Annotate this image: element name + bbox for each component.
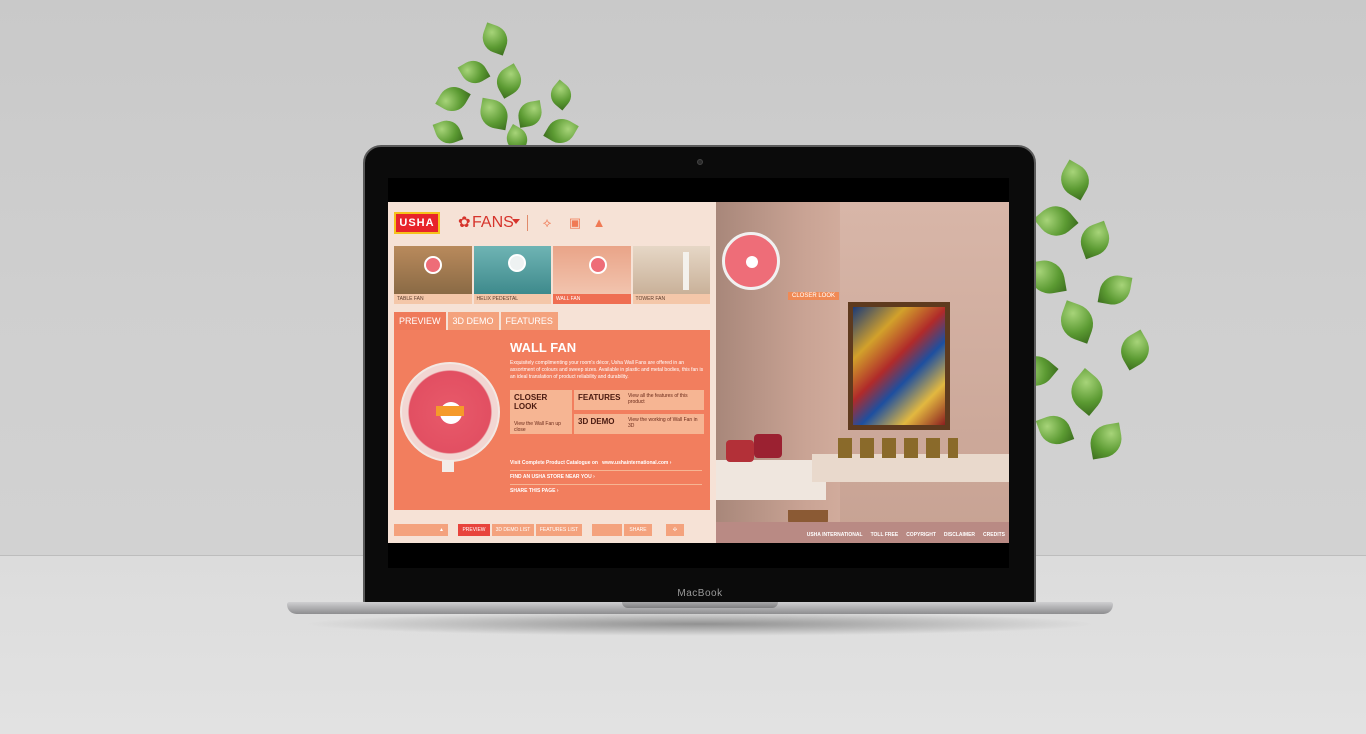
ceiling-fan-icon[interactable]: ⟡ [536,215,558,231]
product-title: WALL FAN [510,340,577,355]
product-thumbnails: TABLE FAN HELIX PEDESTAL WALL FAN TOWER … [394,246,710,304]
box-heading: FEATURES [578,393,621,402]
divider [510,470,702,471]
exhaust-fan-icon[interactable]: ▲ [588,215,610,231]
cushion [754,434,782,458]
footer-link[interactable]: COPYRIGHT [906,532,936,538]
fan-mount [442,460,454,472]
3d-demo-button[interactable]: 3D DEMO View the working of Wall Fan in … [574,414,704,434]
sofa [716,460,826,500]
share-button[interactable]: SHARE [624,524,652,536]
box-text: View all the features of this product [628,393,688,405]
product-tabs: PREVIEW 3D DEMO FEATURES [394,312,558,330]
divider [510,484,702,485]
laptop-shadow [300,612,1100,636]
macbook-label: MacBook [677,588,723,599]
table-fan-icon[interactable]: ▣ [564,215,586,231]
fan-icon: ✿ [458,214,471,231]
section-title[interactable]: FANS [472,214,514,232]
usha-website: USHA ✿ FANS ⟡ ▣ ▲ TABLE FAN HELIX PEDEST… [388,202,1009,543]
tab-features[interactable]: FEATURES [500,312,558,330]
footer-link[interactable]: DISCLAIMER [944,532,975,538]
thumbnail-label: TABLE FAN [394,294,472,304]
usha-logo[interactable]: USHA [394,212,440,234]
tab-preview[interactable]: PREVIEW [394,312,446,330]
share-page-link[interactable]: SHARE THIS PAGE › [510,488,559,494]
plant-left [430,20,590,155]
dropdown-button[interactable]: ▲ [394,524,448,536]
thumbnail-helix-pedestal[interactable]: HELIX PEDESTAL [473,246,551,304]
closer-look-button[interactable]: CLOSER LOOK View the Wall Fan up close [510,390,572,434]
scene-wall-fan[interactable] [722,232,780,290]
tab-3d-demo[interactable]: 3D DEMO [447,312,499,330]
box-heading: 3D DEMO [578,417,615,426]
store-locator-label: FIND AN USHA STORE NEAR YOU [510,474,592,480]
wall-fan-image [400,362,500,462]
thumbnail-wall-fan[interactable]: WALL FAN [553,246,631,304]
brass-pots [838,438,958,458]
thumbnail-tower-fan[interactable]: TOWER FAN [632,246,710,304]
laptop-screen: USHA ✿ FANS ⟡ ▣ ▲ TABLE FAN HELIX PEDEST… [388,178,1009,568]
preview-button[interactable]: PREVIEW [458,524,490,536]
fullscreen-icon[interactable]: ✣ [666,524,684,536]
laptop-hinge-notch [622,602,778,608]
catalogue-link[interactable]: Visit Complete Product Catalogue on www.… [510,460,671,466]
store-locator-link[interactable]: FIND AN USHA STORE NEAR YOU › [510,474,595,480]
3d-demo-list-button[interactable]: 3D DEMO LIST [492,524,534,536]
thumbnail-label: HELIX PEDESTAL [473,294,551,304]
preview-panel: WALL FAN Exquisitely complimenting your … [394,330,710,510]
catalogue-url[interactable]: www.ushainternational.com [602,460,668,466]
thumbnail-label: TOWER FAN [632,294,710,304]
box-text: View the working of Wall Fan in 3D [628,417,698,429]
thumbnail-table-fan[interactable]: TABLE FAN [394,246,472,304]
footer-link[interactable]: TOLL FREE [871,532,899,538]
shelf [812,454,1009,482]
footer-link[interactable]: CREDITS [983,532,1005,538]
closer-look-tag[interactable]: CLOSER LOOK [788,292,840,300]
share-page-label: SHARE THIS PAGE [510,488,556,494]
header-divider [527,215,528,231]
bottom-toolbar: ▲ PREVIEW 3D DEMO LIST FEATURES LIST SHA… [394,524,710,536]
room-scene: CLOSER LOOK USHA INTERNATIONAL TOLL FREE… [716,202,1009,543]
chevron-down-icon[interactable] [512,219,520,224]
cushion [726,440,754,462]
product-description: Exquisitely complimenting your room's dé… [510,360,704,380]
thumbnail-label: WALL FAN [553,294,631,304]
footer-link[interactable]: USHA INTERNATIONAL [807,532,863,538]
share-dropdown[interactable] [592,524,622,536]
features-button[interactable]: FEATURES View all the features of this p… [574,390,704,410]
box-heading: CLOSER LOOK [514,393,548,411]
box-text: View the Wall Fan up close [514,421,561,433]
footer-links: USHA INTERNATIONAL TOLL FREE COPYRIGHT D… [807,532,1005,538]
product-panel: USHA ✿ FANS ⟡ ▣ ▲ TABLE FAN HELIX PEDEST… [388,202,716,543]
wall-painting [848,302,950,430]
catalogue-prefix: Visit Complete Product Catalogue on [510,460,598,466]
webcam [697,159,703,165]
features-list-button[interactable]: FEATURES LIST [536,524,582,536]
